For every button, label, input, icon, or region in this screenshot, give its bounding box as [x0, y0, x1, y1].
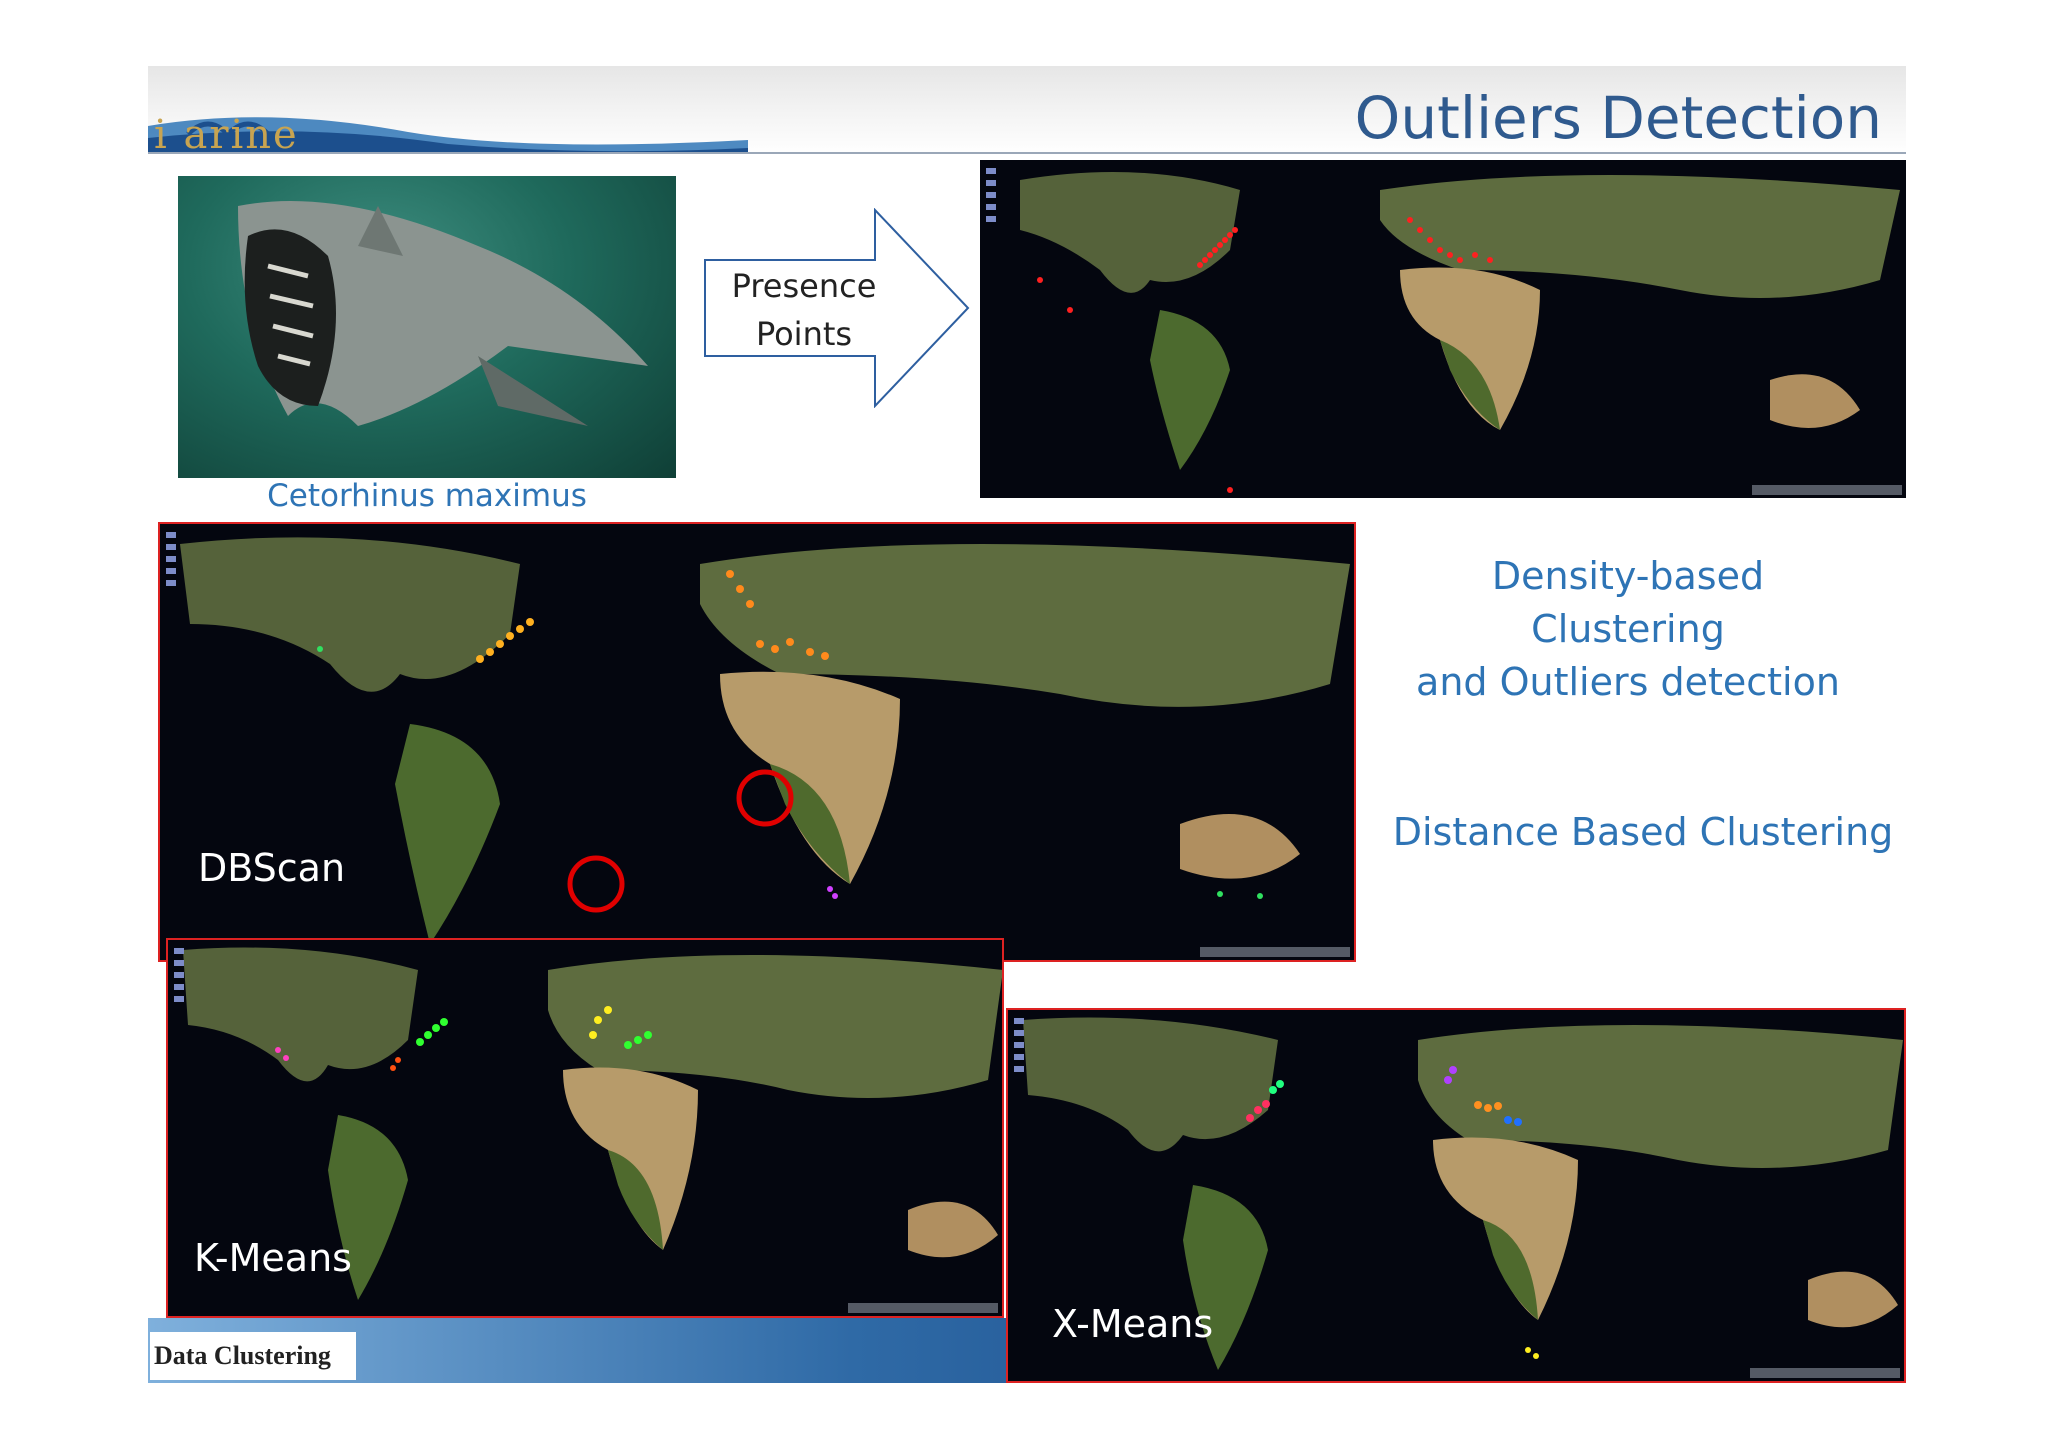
- xmeans-map[interactable]: X-Means: [1006, 1008, 1906, 1383]
- xmeans-label: X-Means: [1052, 1302, 1214, 1346]
- species-caption: Cetorhinus maximus: [267, 478, 587, 514]
- footer-label: Data Clustering: [150, 1332, 356, 1380]
- arrow-label: Presence Points: [708, 262, 900, 358]
- dbscan-label: DBScan: [198, 846, 346, 890]
- density-line2: Clustering: [1531, 607, 1725, 651]
- slide: i arine Outliers Detection Cetorhinus ma…: [148, 66, 1906, 1383]
- pan-zoom-control-icon[interactable]: [986, 168, 996, 298]
- coordinate-readout: [848, 1303, 998, 1313]
- coordinate-readout: [1200, 947, 1350, 957]
- pan-zoom-control-icon[interactable]: [174, 948, 184, 1078]
- coordinate-readout: [1750, 1368, 1900, 1378]
- world-map-graphic: [180, 537, 1350, 944]
- presence-points-map[interactable]: [980, 160, 1906, 498]
- arrow-label-line2: Points: [755, 315, 853, 353]
- distance-based-text: Distance Based Clustering: [1392, 810, 1894, 854]
- coordinate-readout: [1752, 485, 1902, 495]
- outlier-circle-icon: [567, 855, 625, 913]
- density-based-text: Density-based Clustering and Outliers de…: [1378, 550, 1878, 709]
- world-map-graphic: [1020, 172, 1900, 493]
- slide-header: i arine Outliers Detection: [148, 66, 1906, 158]
- slide-title: Outliers Detection: [1354, 84, 1882, 152]
- density-line1: Density-based: [1491, 554, 1765, 598]
- pan-zoom-control-icon[interactable]: [1014, 1018, 1024, 1148]
- dbscan-map[interactable]: DBScan: [158, 522, 1356, 962]
- kmeans-label: K-Means: [194, 1236, 352, 1280]
- pan-zoom-control-icon[interactable]: [166, 532, 176, 662]
- kmeans-map[interactable]: K-Means: [166, 938, 1004, 1318]
- imarine-logo: i arine: [148, 86, 748, 158]
- header-divider: [148, 152, 1906, 154]
- basking-shark-photo: [178, 176, 676, 478]
- density-line3: and Outliers detection: [1416, 660, 1840, 704]
- arrow-label-line1: Presence: [731, 267, 877, 305]
